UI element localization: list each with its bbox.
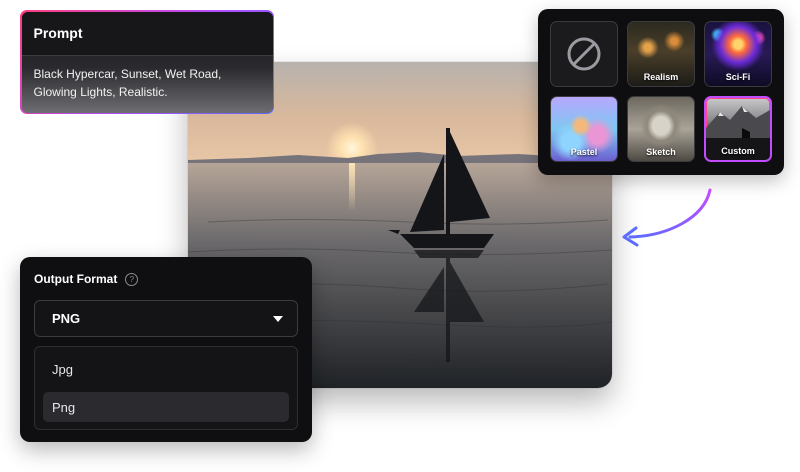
output-format-select[interactable]: PNG bbox=[34, 300, 298, 337]
style-tile-pastel[interactable]: Pastel bbox=[550, 96, 618, 162]
prompt-title: Prompt bbox=[21, 11, 273, 56]
curved-arrow-icon bbox=[622, 188, 712, 247]
style-tile-sketch[interactable]: Sketch bbox=[627, 96, 695, 162]
no-style-icon bbox=[567, 37, 601, 71]
output-format-title: Output Format bbox=[34, 272, 118, 286]
prompt-card: Prompt Black Hypercar, Sunset, Wet Road,… bbox=[20, 10, 274, 114]
style-label-custom: Custom bbox=[721, 146, 755, 156]
option-png[interactable]: Png bbox=[43, 392, 289, 422]
style-picker: Realism Sci-Fi Pastel Sketch Custom bbox=[538, 9, 784, 175]
style-label-realism: Realism bbox=[643, 72, 679, 82]
prompt-text[interactable]: Black Hypercar, Sunset, Wet Road, Glowin… bbox=[22, 56, 273, 110]
style-label-sketch: Sketch bbox=[646, 147, 676, 157]
chevron-down-icon bbox=[273, 315, 283, 322]
output-format-panel: Output Format ? PNG Jpg Png bbox=[20, 257, 312, 442]
style-label-pastel: Pastel bbox=[570, 147, 598, 157]
output-format-selected-value: PNG bbox=[52, 311, 81, 326]
style-label-sci-fi: Sci-Fi bbox=[725, 72, 751, 82]
help-icon[interactable]: ? bbox=[125, 272, 139, 286]
output-format-header: Output Format ? bbox=[34, 271, 298, 287]
style-tile-sci-fi[interactable]: Sci-Fi bbox=[704, 21, 772, 87]
option-jpg[interactable]: Jpg bbox=[43, 354, 289, 384]
style-tile-realism[interactable]: Realism bbox=[627, 21, 695, 87]
style-tile-custom[interactable]: Custom bbox=[704, 96, 772, 162]
style-tile-none[interactable] bbox=[550, 21, 618, 87]
output-format-options: Jpg Png bbox=[34, 346, 298, 430]
